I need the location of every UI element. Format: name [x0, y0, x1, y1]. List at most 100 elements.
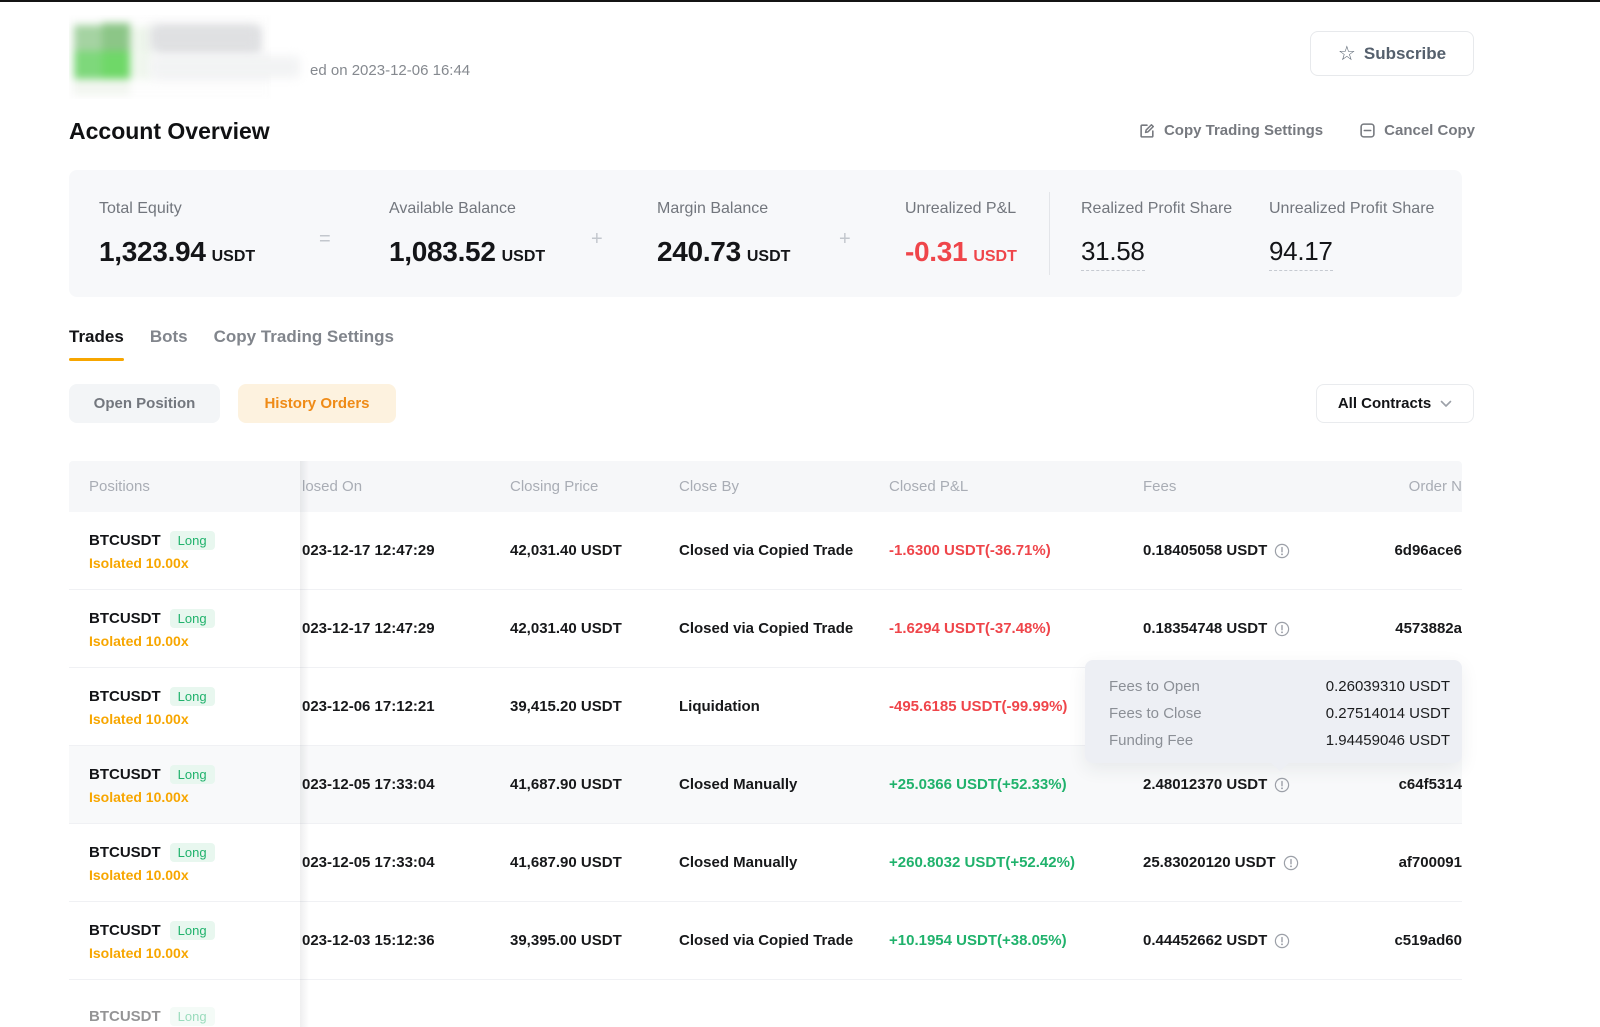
info-icon[interactable]: [1274, 621, 1290, 637]
header-closed-pnl: Closed P&L: [889, 478, 1143, 495]
margin-mode-label: Isolated 10.00x: [89, 555, 300, 571]
table-row[interactable]: BTCUSDT Long: [69, 980, 1462, 1027]
closed-on-cell: 023-12-17 12:47:29: [300, 620, 510, 637]
close-by-cell: Liquidation: [679, 698, 889, 715]
header-closed-on: losed On: [300, 478, 510, 495]
closing-price-cell: 41,687.90 USDT: [510, 776, 679, 793]
stat-label: Available Balance: [389, 200, 516, 218]
userinfo-blurred: [150, 56, 300, 78]
stat-value: -0.31: [905, 236, 967, 267]
stat-value[interactable]: 31.58: [1081, 236, 1145, 271]
table-row[interactable]: BTCUSDT Long Isolated 10.00x 023-12-17 1…: [69, 590, 1462, 668]
close-by-cell: Closed via Copied Trade: [679, 932, 889, 949]
fees-value: 2.48012370 USDT: [1143, 776, 1267, 793]
closed-pnl-value[interactable]: -495.6185 USDT(-99.99%): [889, 698, 1067, 715]
tab-bots[interactable]: Bots: [150, 327, 188, 361]
stat-label: Total Equity: [99, 200, 182, 218]
side-badge: Long: [170, 921, 215, 940]
fees-value: 25.83020120 USDT: [1143, 854, 1276, 871]
stats-divider: [1049, 192, 1050, 275]
subscribe-label: Subscribe: [1364, 44, 1446, 64]
side-badge: Long: [170, 531, 215, 550]
plus-separator: +: [591, 228, 603, 251]
close-by-cell: Closed via Copied Trade: [679, 620, 889, 637]
table-row[interactable]: BTCUSDT Long Isolated 10.00x 023-12-03 1…: [69, 902, 1462, 980]
stat-unit: USDT: [747, 248, 791, 265]
info-icon[interactable]: [1274, 543, 1290, 559]
margin-mode-label: Isolated 10.00x: [89, 711, 300, 727]
header-close-by: Close By: [679, 478, 889, 495]
closed-pnl-value[interactable]: +25.0366 USDT(+52.33%): [889, 776, 1067, 793]
stat-label: Realized Profit Share: [1081, 200, 1232, 218]
position-cell: BTCUSDT Long Isolated 10.00x: [69, 609, 300, 649]
closed-pnl-value[interactable]: +10.1954 USDT(+38.05%): [889, 932, 1067, 949]
stat-value[interactable]: 94.17: [1269, 236, 1333, 271]
table-row[interactable]: BTCUSDT Long Isolated 10.00x 023-12-17 1…: [69, 512, 1462, 590]
stat-value: 1,323.94: [99, 236, 206, 267]
close-by-cell: Closed via Copied Trade: [679, 542, 889, 559]
open-position-button[interactable]: Open Position: [69, 384, 220, 423]
page-title: Account Overview: [69, 118, 270, 145]
closed-on-cell: 023-12-05 17:33:04: [300, 776, 510, 793]
stat-value: 240.73: [657, 236, 741, 267]
edit-icon: [1139, 122, 1156, 139]
order-no-cell: c519ad60: [1389, 932, 1462, 949]
closed-on-cell: 023-12-03 15:12:36: [300, 932, 510, 949]
closed-pnl-value[interactable]: +260.8032 USDT(+52.42%): [889, 854, 1075, 871]
table-row[interactable]: BTCUSDT Long Isolated 10.00x 023-12-05 1…: [69, 824, 1462, 902]
subscribe-button[interactable]: ☆ Subscribe: [1310, 31, 1474, 76]
info-icon[interactable]: [1274, 933, 1290, 949]
margin-mode-label: Isolated 10.00x: [89, 867, 300, 883]
closed-pnl-value[interactable]: -1.6300 USDT(-36.71%): [889, 542, 1051, 559]
position-cell: BTCUSDT Long Isolated 10.00x: [69, 921, 300, 961]
cancel-copy-link[interactable]: Cancel Copy: [1359, 122, 1475, 139]
stat-value: 1,083.52: [389, 236, 496, 267]
margin-mode-label: Isolated 10.00x: [89, 633, 300, 649]
tooltip-label: Fees to Open: [1109, 678, 1200, 695]
closing-price-cell: 42,031.40 USDT: [510, 542, 679, 559]
position-cell: BTCUSDT Long Isolated 10.00x: [69, 531, 300, 571]
account-stats-bar: Total Equity 1,323.94USDT = Available Ba…: [69, 170, 1462, 297]
contracts-dropdown[interactable]: All Contracts: [1316, 384, 1474, 423]
symbol-label: BTCUSDT: [89, 1008, 161, 1025]
symbol-label: BTCUSDT: [89, 532, 161, 549]
copy-trading-settings-link[interactable]: Copy Trading Settings: [1139, 122, 1323, 139]
tooltip-label: Funding Fee: [1109, 732, 1193, 749]
window-top-edge: [0, 0, 1600, 2]
side-badge: Long: [170, 687, 215, 706]
header-positions: Positions: [69, 478, 300, 495]
main-tabs: Trades Bots Copy Trading Settings: [69, 327, 394, 361]
symbol-label: BTCUSDT: [89, 766, 161, 783]
close-by-cell: Closed Manually: [679, 854, 889, 871]
closed-on-cell: 023-12-17 12:47:29: [300, 542, 510, 559]
side-badge: Long: [170, 843, 215, 862]
subscribed-date-text: ed on 2023-12-06 16:44: [310, 62, 470, 79]
closing-price-cell: 42,031.40 USDT: [510, 620, 679, 637]
closed-on-cell: 023-12-06 17:12:21: [300, 698, 510, 715]
symbol-label: BTCUSDT: [89, 922, 161, 939]
closed-pnl-value[interactable]: -1.6294 USDT(-37.48%): [889, 620, 1051, 637]
tooltip-value: 0.27514014 USDT: [1326, 705, 1450, 722]
order-no-cell: c64f5314: [1389, 776, 1462, 793]
tooltip-value: 1.94459046 USDT: [1326, 732, 1450, 749]
info-icon[interactable]: [1274, 777, 1290, 793]
cancel-copy-label: Cancel Copy: [1384, 122, 1475, 139]
chevron-down-icon: [1440, 395, 1452, 413]
table-body: BTCUSDT Long Isolated 10.00x 023-12-17 1…: [69, 512, 1462, 1027]
fees-value: 0.18405058 USDT: [1143, 542, 1267, 559]
copy-trading-account-page: ed on 2023-12-06 16:44 ☆ Subscribe Accou…: [0, 0, 1600, 1027]
stat-label: Unrealized Profit Share: [1269, 200, 1434, 218]
close-by-cell: Closed Manually: [679, 776, 889, 793]
info-icon[interactable]: [1283, 855, 1299, 871]
stat-label: Margin Balance: [657, 200, 768, 218]
stat-unit: USDT: [973, 248, 1017, 265]
symbol-label: BTCUSDT: [89, 844, 161, 861]
tooltip-label: Fees to Close: [1109, 705, 1202, 722]
tab-trades[interactable]: Trades: [69, 327, 124, 361]
table-header: Positions losed On Closing Price Close B…: [69, 461, 1462, 512]
header-fees: Fees: [1143, 478, 1389, 495]
contracts-dropdown-value: All Contracts: [1338, 395, 1431, 412]
history-orders-button[interactable]: History Orders: [238, 384, 396, 423]
tab-copy-trading-settings[interactable]: Copy Trading Settings: [214, 327, 394, 361]
tooltip-arrow: [1271, 763, 1289, 771]
